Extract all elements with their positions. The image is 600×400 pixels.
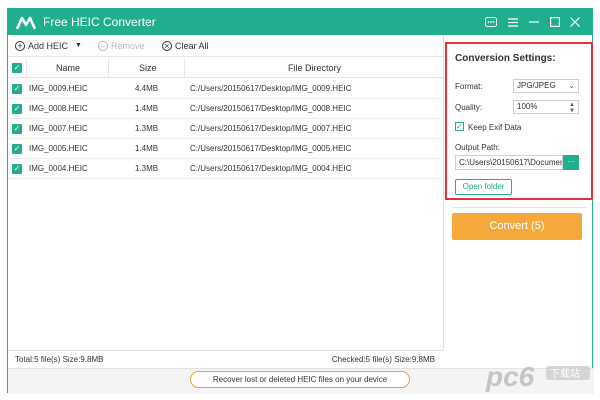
stepper-arrows-icon: ▲ ▼ <box>569 102 575 114</box>
checked-status: Checked:5 file(s) Size:9.8MB <box>331 355 435 364</box>
toolbar: + Add HEIC ▼ − Remove × Clear All <box>8 35 443 57</box>
keep-exif-label: Keep Exif Data <box>468 123 522 132</box>
title-bar[interactable]: Free HEIC Converter <box>8 9 592 35</box>
close-icon[interactable] <box>566 13 584 31</box>
watermark-brand: pc6 <box>485 361 535 392</box>
app-logo-icon <box>16 16 36 30</box>
app-title: Free HEIC Converter <box>43 15 156 29</box>
maximize-icon[interactable] <box>546 13 564 31</box>
recover-files-button[interactable]: Recover lost or deleted HEIC files on yo… <box>190 371 410 388</box>
header-name[interactable]: Name <box>56 63 80 73</box>
remove-label: Remove <box>111 41 145 51</box>
header-file-directory[interactable]: File Directory <box>288 63 341 73</box>
column-divider <box>108 58 109 78</box>
row-checkbox[interactable]: ✓ <box>12 104 22 114</box>
keep-exif-checkbox[interactable]: ✓ <box>455 122 464 131</box>
column-divider <box>184 58 185 78</box>
clear-all-label: Clear All <box>175 41 209 51</box>
menu-icon[interactable] <box>504 13 522 31</box>
total-status: Total:5 file(s) Size:9.8MB <box>15 355 104 364</box>
remove-button[interactable]: − Remove <box>98 39 145 53</box>
feedback-icon[interactable] <box>482 13 500 31</box>
quality-stepper[interactable]: 100% ▲ ▼ <box>513 100 579 114</box>
file-size: 4.4MB <box>135 84 159 93</box>
select-all-checkbox[interactable]: ✓ <box>12 63 22 73</box>
file-name: IMG_0009.HEIC <box>29 84 88 93</box>
watermark-logo: pc6 下载站 <box>485 361 590 392</box>
file-name: IMG_0005.HEIC <box>29 144 88 153</box>
output-path-label: Output Path: <box>455 143 500 152</box>
file-name: IMG_0004.HEIC <box>29 164 88 173</box>
output-path-value: C:\Users\20150617\Documen <box>459 158 563 167</box>
minus-icon: − <box>98 41 108 51</box>
status-bar: Total:5 file(s) Size:9.8MB Checked:5 fil… <box>8 350 443 368</box>
file-size: 1.4MB <box>135 144 159 153</box>
conversion-settings-panel: Conversion Settings: Format: JPG/JPEG ⌄ … <box>445 42 593 200</box>
file-name: IMG_0007.HEIC <box>29 124 88 133</box>
convert-button[interactable]: Convert (5) <box>452 213 582 240</box>
file-name: IMG_0008.HEIC <box>29 104 88 113</box>
file-table: ✓ IMG_0009.HEIC 4.4MB C:/Users/20150617/… <box>8 79 443 179</box>
table-header: ✓ Name Size File Directory <box>8 58 443 78</box>
file-directory: C:/Users/20150617/Desktop/IMG_0008.HEIC <box>190 104 352 113</box>
format-select[interactable]: JPG/JPEG ⌄ <box>513 79 579 93</box>
row-checkbox[interactable]: ✓ <box>12 164 22 174</box>
row-checkbox[interactable]: ✓ <box>12 84 22 94</box>
format-label: Format: <box>455 82 483 91</box>
chevron-down-icon: ⌄ <box>568 81 575 90</box>
minimize-icon[interactable] <box>525 13 543 31</box>
add-heic-button[interactable]: + Add HEIC ▼ <box>15 39 82 53</box>
file-directory: C:/Users/20150617/Desktop/IMG_0005.HEIC <box>190 144 352 153</box>
watermark-sub: 下载站 <box>550 367 580 380</box>
clear-all-button[interactable]: × Clear All <box>162 39 209 53</box>
file-size: 1.4MB <box>135 104 159 113</box>
divider <box>452 207 586 208</box>
output-path-field[interactable]: C:\Users\20150617\Documen <box>455 155 563 170</box>
file-size: 1.3MB <box>135 124 159 133</box>
add-heic-label: Add HEIC <box>28 41 69 51</box>
file-directory: C:/Users/20150617/Desktop/IMG_0009.HEIC <box>190 84 352 93</box>
header-size[interactable]: Size <box>139 63 157 73</box>
row-checkbox[interactable]: ✓ <box>12 124 22 134</box>
file-directory: C:/Users/20150617/Desktop/IMG_0004.HEIC <box>190 164 352 173</box>
plus-icon: + <box>15 41 25 51</box>
browse-path-button[interactable]: ··· <box>563 155 579 170</box>
table-row[interactable]: ✓ IMG_0004.HEIC 1.3MB C:/Users/20150617/… <box>8 159 443 179</box>
quality-label: Quality: <box>455 103 483 112</box>
file-directory: C:/Users/20150617/Desktop/IMG_0007.HEIC <box>190 124 352 133</box>
file-size: 1.3MB <box>135 164 159 173</box>
table-row[interactable]: ✓ IMG_0007.HEIC 1.3MB C:/Users/20150617/… <box>8 119 443 139</box>
settings-title: Conversion Settings: <box>455 53 556 64</box>
format-value: JPG/JPEG <box>517 81 556 90</box>
table-row[interactable]: ✓ IMG_0008.HEIC 1.4MB C:/Users/20150617/… <box>8 99 443 119</box>
table-row[interactable]: ✓ IMG_0009.HEIC 4.4MB C:/Users/20150617/… <box>8 79 443 99</box>
quality-value: 100% <box>517 102 538 111</box>
app-window: Free HEIC Converter + Add HEIC ▼ − Remov… <box>7 8 594 394</box>
row-checkbox[interactable]: ✓ <box>12 144 22 154</box>
column-divider <box>26 58 27 78</box>
open-folder-button[interactable]: Open folder <box>455 179 512 195</box>
dropdown-arrow-icon[interactable]: ▼ <box>75 39 82 53</box>
table-row[interactable]: ✓ IMG_0005.HEIC 1.4MB C:/Users/20150617/… <box>8 139 443 159</box>
clear-icon: × <box>162 41 172 51</box>
